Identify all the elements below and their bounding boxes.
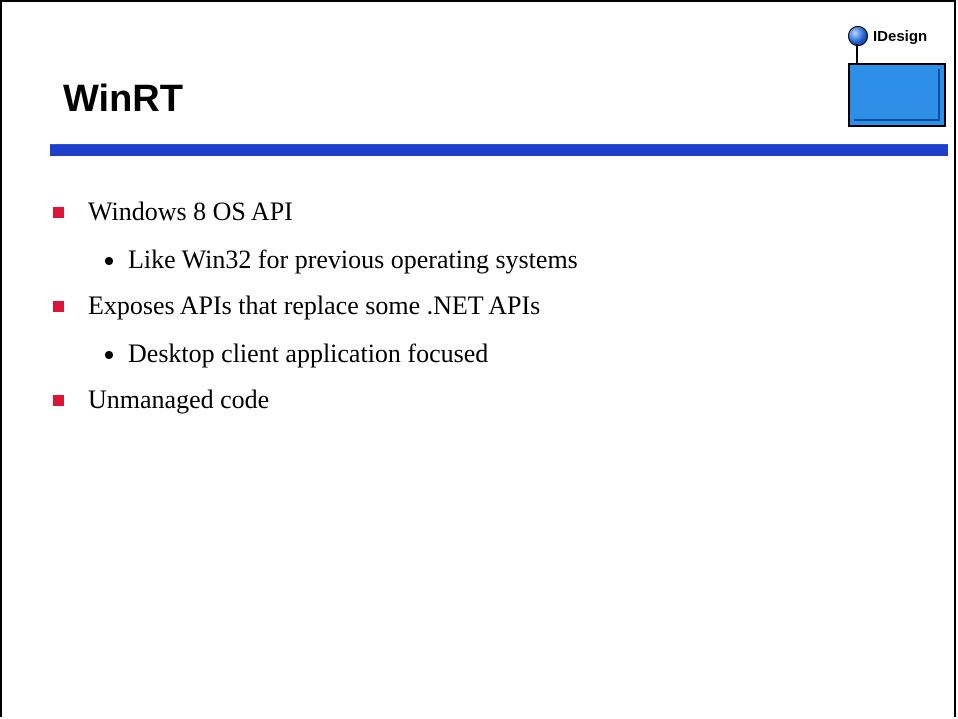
- square-bullet-icon: [53, 207, 64, 218]
- bullet-item: Windows 8 OS API: [50, 194, 930, 242]
- logo-stem: [856, 44, 858, 64]
- logo-text: IDesign: [873, 28, 928, 45]
- idesign-logo: IDesign: [848, 20, 948, 130]
- square-bullet-icon: [53, 395, 64, 406]
- logo-dot-icon: [848, 26, 868, 46]
- logo-box-icon: [848, 63, 946, 127]
- bullet-item: Exposes APIs that replace some .NET APIs: [50, 288, 930, 336]
- slide-title: WinRT: [63, 78, 183, 120]
- slide: IDesign WinRT Windows 8 OS API Like Win3…: [0, 0, 956, 717]
- bullet-item: Unmanaged code: [50, 382, 930, 430]
- bullet-text: Exposes APIs that replace some .NET APIs: [88, 291, 541, 320]
- title-divider-bar: [50, 144, 948, 156]
- round-bullet-icon: [105, 257, 113, 265]
- bullet-list: Windows 8 OS API Like Win32 for previous…: [50, 194, 930, 430]
- bullet-text: Windows 8 OS API: [88, 197, 293, 226]
- square-bullet-icon: [53, 301, 64, 312]
- sub-bullet-item: Like Win32 for previous operating system…: [50, 242, 930, 288]
- bullet-text: Unmanaged code: [88, 385, 270, 414]
- sub-bullet-text: Desktop client application focused: [128, 339, 489, 368]
- sub-bullet-item: Desktop client application focused: [50, 336, 930, 382]
- round-bullet-icon: [105, 351, 113, 359]
- sub-bullet-text: Like Win32 for previous operating system…: [128, 245, 578, 274]
